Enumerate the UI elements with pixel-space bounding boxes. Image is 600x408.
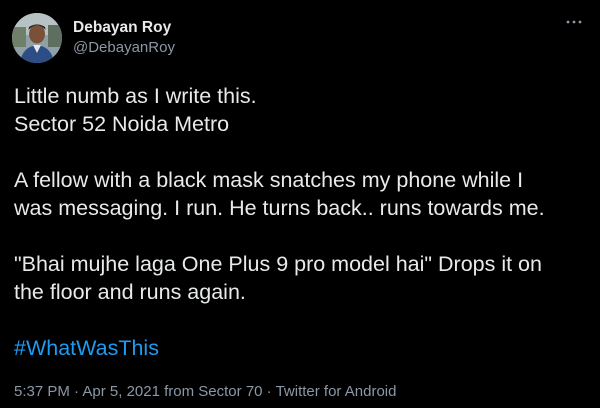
tweet-metadata: 5:37 PM · Apr 5, 2021 from Sector 70 · T…	[14, 382, 396, 402]
tweet-line: A fellow with a black mask snatches my p…	[14, 168, 524, 192]
tweet-time[interactable]: 5:37 PM	[14, 383, 70, 400]
tweet-paragraph-3: "Bhai mujhe laga One Plus 9 pro model ha…	[14, 250, 589, 306]
tweet-source[interactable]: Twitter for Android	[276, 383, 397, 400]
avatar-image	[12, 13, 62, 63]
tweet-card: Debayan Roy @DebayanRoy Little numb as I…	[0, 0, 600, 408]
tweet-line: was messaging. I run. He turns back.. ru…	[14, 196, 545, 220]
tweet-line: Sector 52 Noida Metro	[14, 112, 230, 136]
more-dots-icon[interactable]	[562, 10, 586, 34]
tweet-paragraph-4: #WhatWasThis	[14, 334, 589, 362]
tweet-date[interactable]: Apr 5, 2021	[82, 383, 160, 400]
display-name[interactable]: Debayan Roy	[73, 18, 175, 38]
tweet-location[interactable]: Sector 70	[198, 383, 262, 400]
tweet-text: Little numb as I write this. Sector 52 N…	[14, 82, 589, 390]
separator-dot: ·	[69, 383, 83, 400]
user-handle[interactable]: @DebayanRoy	[73, 38, 175, 58]
tweet-header: Debayan Roy @DebayanRoy	[12, 12, 175, 64]
separator-dot: ·	[262, 383, 276, 400]
tweet-paragraph-2: A fellow with a black mask snatches my p…	[14, 166, 589, 222]
author-names: Debayan Roy @DebayanRoy	[73, 18, 175, 58]
hashtag-link[interactable]: #WhatWasThis	[14, 336, 159, 360]
tweet-paragraph-1: Little numb as I write this. Sector 52 N…	[14, 82, 589, 138]
avatar[interactable]	[12, 13, 62, 63]
tweet-line: "Bhai mujhe laga One Plus 9 pro model ha…	[14, 252, 542, 276]
from-text: from	[159, 383, 199, 400]
tweet-line: the floor and runs again.	[14, 280, 246, 304]
tweet-line: Little numb as I write this.	[14, 84, 257, 108]
